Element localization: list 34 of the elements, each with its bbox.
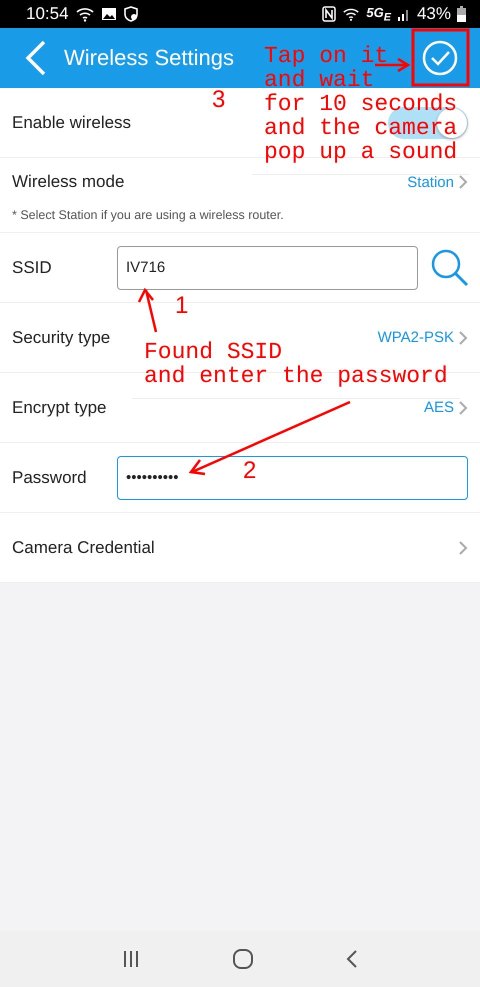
- chevron-icon[interactable]: [458, 400, 468, 416]
- battery-level: 43%: [416, 4, 451, 24]
- wifi-icon: [342, 6, 360, 22]
- hint-text: * Select Station if you are using a wireless router.: [0, 206, 480, 233]
- search-icon[interactable]: [430, 248, 470, 288]
- chevron-icon[interactable]: [458, 330, 468, 346]
- home-icon[interactable]: [232, 948, 254, 970]
- battery-icon: [457, 6, 466, 22]
- setting-label: Wireless mode: [12, 172, 124, 192]
- image-icon: [100, 6, 117, 22]
- wifi-icon: [74, 6, 95, 22]
- step-number: 1: [175, 294, 188, 318]
- setting-label: Enable wireless: [12, 112, 132, 132]
- setting-label: SSID: [12, 258, 53, 278]
- confirm-icon[interactable]: [422, 40, 458, 76]
- setting-label: Camera Credential: [12, 538, 155, 558]
- setting-label: Password: [12, 468, 88, 488]
- text-field[interactable]: IV716: [117, 246, 418, 290]
- setting-label: Security type: [12, 328, 112, 348]
- chevron-icon[interactable]: [458, 174, 468, 190]
- clock: 10:54: [26, 4, 69, 24]
- step-number: 3: [212, 88, 226, 112]
- nfc-icon: [322, 6, 336, 22]
- network-type: 5G$_{E}$: [366, 4, 391, 24]
- screen-title: Wireless Settings: [64, 45, 234, 71]
- setting-value[interactable]: AES: [424, 399, 454, 416]
- shield-icon: [122, 6, 139, 22]
- annotation-text: Tap on it and wait for 10 seconds and the camera pop up a sound: [252, 42, 470, 175]
- setting-label: Encrypt type: [12, 398, 108, 418]
- back-icon[interactable]: [345, 948, 360, 968]
- setting-value[interactable]: Station: [407, 174, 454, 190]
- back-icon[interactable]: [24, 40, 48, 76]
- chevron-icon[interactable]: [458, 540, 468, 556]
- step-number: 2: [243, 459, 256, 483]
